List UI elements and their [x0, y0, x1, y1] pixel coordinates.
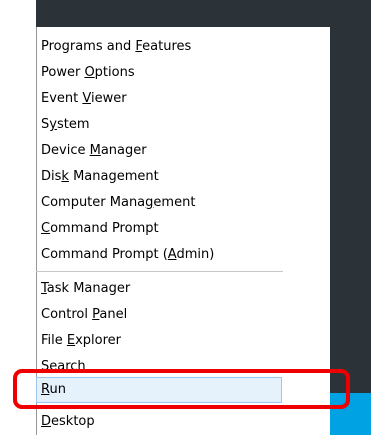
- menu-item-programs-and-features[interactable]: Programs and Features: [36, 34, 282, 60]
- menu-item-task-manager[interactable]: Task Manager: [36, 276, 282, 302]
- menu-item-command-prompt-admin[interactable]: Command Prompt (Admin): [36, 242, 282, 268]
- desktop-background: [36, 0, 371, 27]
- menu-item-system[interactable]: System: [36, 112, 282, 138]
- menu-separator: [36, 271, 283, 272]
- menu-item-command-prompt[interactable]: Command Prompt: [36, 216, 282, 242]
- run-highlight-callout: [13, 369, 350, 409]
- menu-item-desktop[interactable]: Desktop: [36, 409, 282, 435]
- menu-item-event-viewer[interactable]: Event Viewer: [36, 86, 282, 112]
- menu-item-computer-management[interactable]: Computer Management: [36, 190, 282, 216]
- menu-item-device-manager[interactable]: Device Manager: [36, 138, 282, 164]
- menu-item-file-explorer[interactable]: File Explorer: [36, 328, 282, 354]
- menu-item-power-options[interactable]: Power Options: [36, 60, 282, 86]
- menu-item-control-panel[interactable]: Control Panel: [36, 302, 282, 328]
- menu-item-disk-management[interactable]: Disk Management: [36, 164, 282, 190]
